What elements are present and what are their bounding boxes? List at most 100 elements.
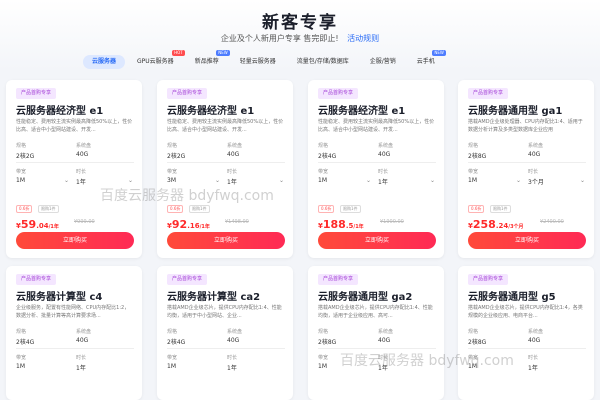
duration-select[interactable]: 1年: [227, 177, 237, 186]
duration-select[interactable]: 3个月: [528, 177, 544, 186]
category-tabs: 云服务器 GPU云服务器 HOT 新品推荐 NEW 轻量云服务器 流量包/存储/数据…: [83, 50, 513, 69]
discount-tag: 0.6折: [16, 205, 33, 213]
chevron-down-icon: ⌄: [128, 177, 134, 184]
product-card: 产品首购专享 云服务器通用型 ga2 搭载AMD企业级芯片，提供CPU内存配比1…: [308, 266, 444, 400]
product-name: 云服务器通用型 ga2: [318, 292, 413, 303]
divider: [16, 162, 134, 163]
spec-value[interactable]: 2核8G: [468, 151, 486, 160]
duration-select[interactable]: 1年: [378, 177, 388, 186]
original-price: ¥2400.00: [540, 219, 564, 225]
chevron-down-icon: ⌄: [516, 177, 522, 184]
disk-label: 系统盘: [227, 329, 243, 335]
limit-tag: 限购1件: [490, 205, 511, 213]
bandwidth-select[interactable]: 1M: [16, 363, 25, 370]
tab-enterprise-marketing[interactable]: 企服/营销: [361, 55, 405, 69]
disk-label: 系统盘: [378, 143, 394, 149]
tab-lightweight-server[interactable]: 轻量云服务器: [231, 55, 285, 69]
spec-value[interactable]: 2核4G: [16, 337, 34, 346]
duration-label: 时长: [76, 169, 87, 175]
product-description: 搭载AMD企业级芯片，提供CPU内存配比1:4、性能均衡，适用于企业级应用、高可…: [318, 305, 433, 319]
spec-value[interactable]: 2核2G: [16, 151, 34, 160]
product-description: 性能稳定、费用较主流实例最高降低50%以上，性价比高、适合中小型网站建设、开发.…: [16, 119, 133, 133]
disk-value[interactable]: 40G: [528, 151, 540, 158]
new-badge: NEW: [432, 50, 446, 56]
subtitle-text: 企业及个人新用户专享 售完即止!: [220, 34, 339, 43]
tab-label: 企服/营销: [369, 58, 396, 65]
bandwidth-select[interactable]: 1M: [318, 363, 327, 370]
product-name: 云服务器经济型 e1: [167, 106, 255, 117]
disk-value[interactable]: 40G: [227, 151, 239, 158]
spec-value[interactable]: 2核8G: [318, 337, 336, 346]
bandwidth-select[interactable]: 3M: [167, 177, 176, 184]
product-description: 搭载AMD企业级芯片，提供CPU内存配比1:4，各类规模的企业级应用、电商平台.…: [468, 305, 583, 319]
tab-cloud-server[interactable]: 云服务器: [83, 55, 126, 69]
first-purchase-tag: 产品首购专享: [16, 88, 57, 99]
spec-label: 规格: [318, 329, 329, 335]
tab-storage-database[interactable]: 流量包/存储/数据库: [288, 55, 358, 69]
bandwidth-label: 带宽: [468, 169, 479, 175]
product-card: 产品首购专享 云服务器通用型 g5 搭载AMD企业级芯片，提供CPU内存配比1:…: [458, 266, 594, 400]
duration-select[interactable]: 1年: [76, 177, 86, 186]
duration-label: 时长: [528, 355, 539, 361]
spec-value[interactable]: 2核2G: [167, 151, 185, 160]
bandwidth-label: 带宽: [318, 355, 329, 361]
tab-cloud-phone[interactable]: 云手机 NEW: [408, 50, 446, 69]
bandwidth-select[interactable]: 1M: [468, 177, 477, 184]
disk-value[interactable]: 40G: [528, 337, 540, 344]
product-name: 云服务器经济型 e1: [318, 106, 406, 117]
bandwidth-label: 带宽: [16, 355, 27, 361]
chevron-down-icon: ⌄: [366, 177, 372, 184]
chevron-down-icon: ⌄: [580, 177, 586, 184]
tab-new-products[interactable]: 新品推荐 NEW: [186, 50, 230, 69]
spec-label: 规格: [468, 329, 479, 335]
bandwidth-select[interactable]: 1M: [16, 177, 25, 184]
duration-select[interactable]: 1年: [528, 363, 538, 372]
buy-now-button[interactable]: 立即购买: [468, 232, 586, 249]
tab-label: 云服务器: [92, 58, 117, 65]
disk-value[interactable]: 40G: [76, 337, 88, 344]
buy-now-button[interactable]: 立即购买: [318, 232, 436, 249]
spec-value[interactable]: 2核4G: [318, 151, 336, 160]
limit-tag: 限购1件: [38, 205, 59, 213]
duration-select[interactable]: 1年: [227, 363, 237, 372]
disk-label: 系统盘: [76, 329, 92, 335]
duration-select[interactable]: 1年: [378, 363, 388, 372]
disk-value[interactable]: 40G: [378, 151, 390, 158]
buy-now-button[interactable]: 立即购买: [167, 232, 285, 249]
tab-label: 云手机: [416, 58, 435, 65]
duration-label: 时长: [76, 355, 87, 361]
spec-value[interactable]: 2核8G: [468, 337, 486, 346]
product-description: 性能稳定、费用较主流实例最高降低50%以上，性价比高、适合中小型网站建设、开发.…: [167, 119, 284, 133]
bandwidth-select[interactable]: 1M: [167, 363, 176, 370]
tab-gpu-server[interactable]: GPU云服务器 HOT: [128, 50, 185, 69]
disk-value[interactable]: 40G: [378, 337, 390, 344]
disk-value[interactable]: 40G: [76, 151, 88, 158]
spec-value[interactable]: 2核4G: [167, 337, 185, 346]
rules-link[interactable]: 活动规则: [347, 34, 379, 43]
duration-label: 时长: [378, 355, 389, 361]
buy-now-button[interactable]: 立即购买: [16, 232, 134, 249]
product-card: 产品首购专享 云服务器经济型 e1 性能稳定、费用较主流实例最高降低50%以上，…: [157, 80, 293, 258]
bandwidth-select[interactable]: 1M: [318, 177, 327, 184]
discount-tag: 0.6折: [167, 205, 184, 213]
bandwidth-select[interactable]: 1M: [468, 363, 477, 370]
first-purchase-tag: 产品首购专享: [167, 88, 208, 99]
original-price: ¥1498.00: [225, 219, 249, 225]
divider: [318, 348, 436, 349]
tab-label: GPU云服务器: [137, 58, 174, 65]
limit-tag: 限购1件: [340, 205, 361, 213]
tab-label: 轻量云服务器: [239, 58, 276, 65]
chevron-down-icon: ⌄: [64, 177, 70, 184]
tab-label: 新品推荐: [194, 58, 219, 65]
duration-label: 时长: [227, 169, 238, 175]
first-purchase-tag: 产品首购专享: [468, 274, 509, 285]
duration-select[interactable]: 1年: [76, 363, 86, 372]
spec-label: 规格: [16, 143, 27, 149]
price-box: 0.6折 限购1件 ¥188.5/1年 ¥1900.00: [318, 205, 436, 231]
divider: [468, 162, 586, 163]
first-purchase-tag: 产品首购专享: [16, 274, 57, 285]
original-price: ¥1900.00: [380, 219, 404, 225]
product-card: 产品首购专享 云服务器计算型 ca2 搭载AMD企业级芯片，提供CPU内存配比1…: [157, 266, 293, 400]
spec-label: 规格: [318, 143, 329, 149]
disk-value[interactable]: 40G: [227, 337, 239, 344]
